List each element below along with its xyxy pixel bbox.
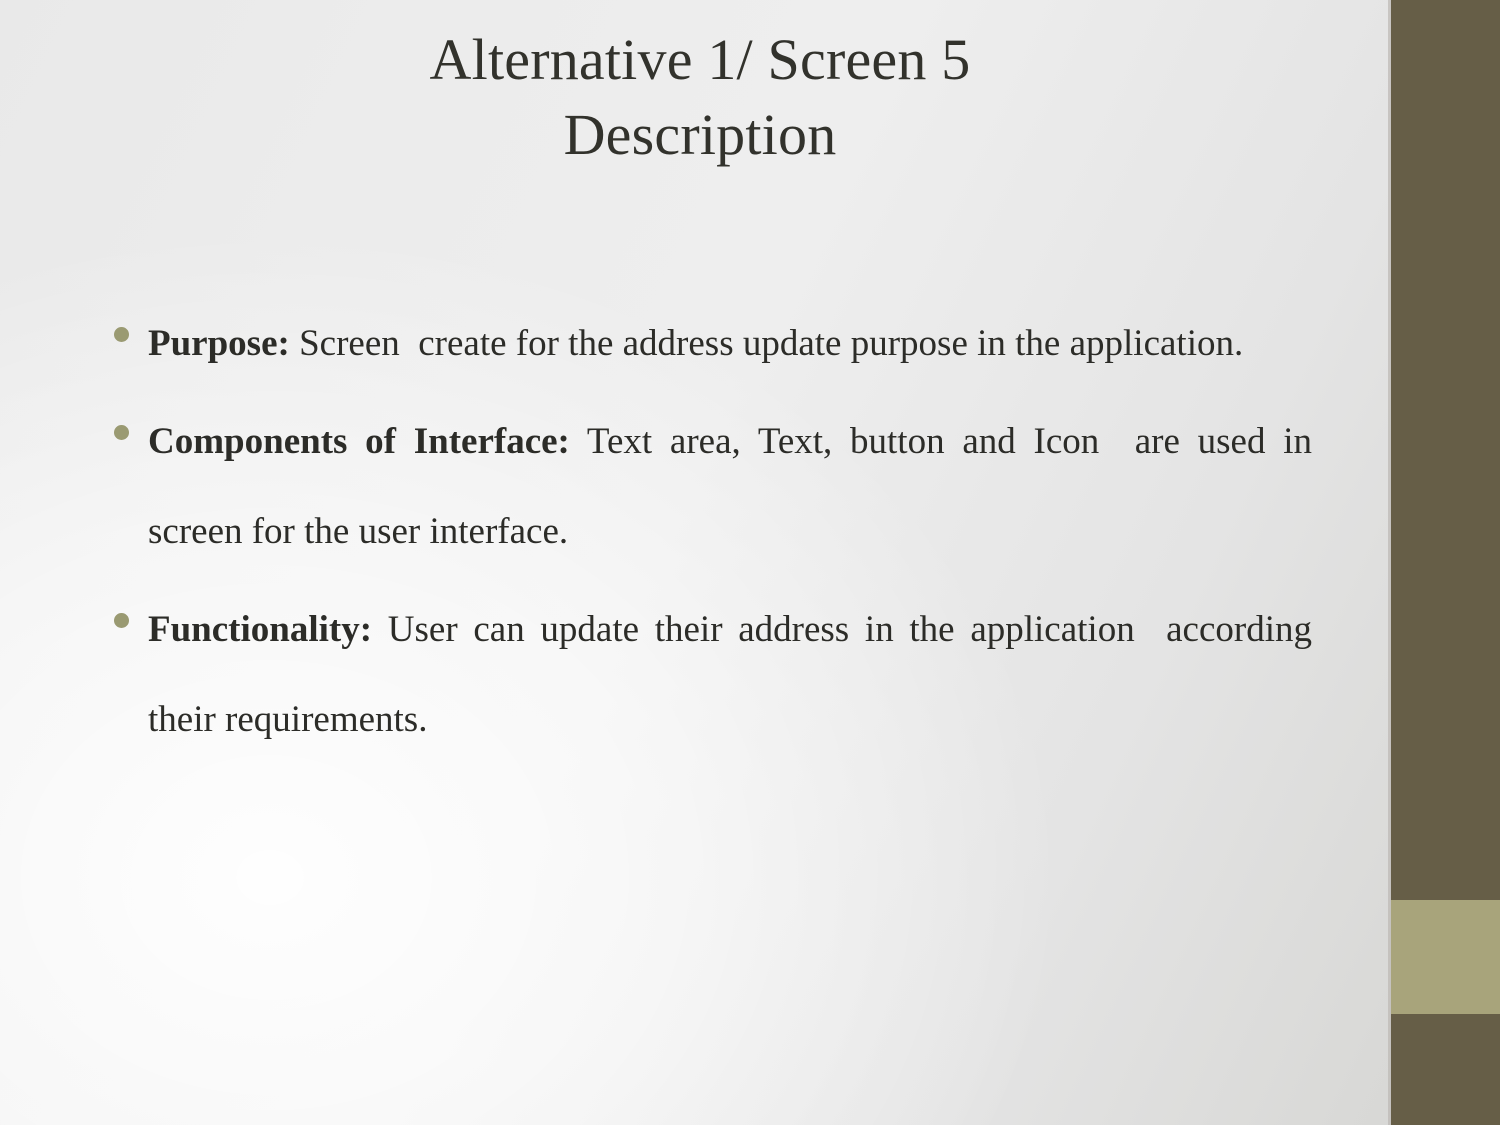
bullet-dot-icon [114,613,129,628]
bullet-dot-icon [114,327,129,342]
bullet-lead-components: Components of Interface: [148,421,570,462]
bullet-dot-icon [114,425,129,440]
slide-title: Alternative 1/ Screen 5 Description [160,22,1240,173]
slide-title-line-2: Description [563,102,837,168]
presentation-slide: Alternative 1/ Screen 5 Description Purp… [0,0,1500,1125]
bullet-text-components: Components of Interface: Text area, Text… [148,397,1312,577]
list-item: Functionality: User can update their add… [104,585,1312,765]
bullet-text-purpose: Purpose: Screen create for the address u… [148,299,1312,389]
bullet-body-purpose: Screen create for the address update pur… [289,323,1244,364]
band-segment-top [1391,0,1500,900]
bullet-lead-functionality: Functionality: [148,609,373,650]
band-segment-accent [1391,900,1500,1014]
list-item: Components of Interface: Text area, Text… [104,397,1312,577]
slide-body: Purpose: Screen create for the address u… [104,299,1312,773]
bullet-text-functionality: Functionality: User can update their add… [148,585,1312,765]
band-segment-bottom [1391,1014,1500,1125]
list-item: Purpose: Screen create for the address u… [104,299,1312,389]
bullet-lead-purpose: Purpose: [148,323,290,364]
slide-title-line-1: Alternative 1/ Screen 5 [429,27,971,92]
right-decorative-band [1391,0,1500,1125]
